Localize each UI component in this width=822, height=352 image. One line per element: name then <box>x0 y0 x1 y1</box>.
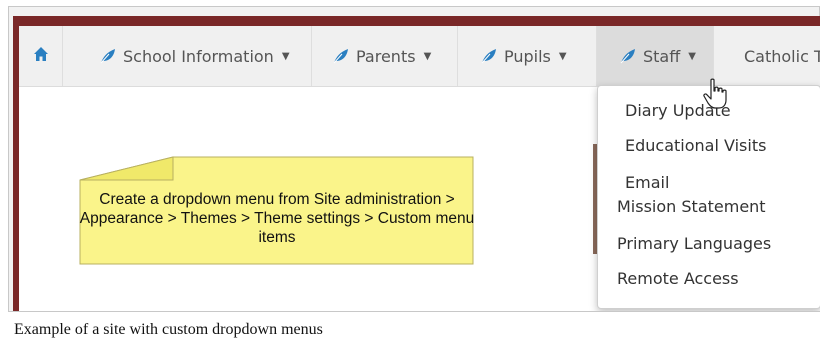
nav-label: Staff <box>643 46 681 66</box>
staff-dropdown-menu: Diary Update Educational Visits Email Mi… <box>597 85 820 309</box>
menu-item-primary-languages[interactable]: Primary Languages <box>617 234 771 253</box>
nav-catholic[interactable]: Catholic T <box>714 26 820 86</box>
leaf-icon <box>99 48 117 64</box>
menu-item-educational-visits[interactable]: Educational Visits <box>625 136 766 155</box>
caret-down-icon: ▼ <box>423 50 432 62</box>
site-screenshot: School Information ▼ Parents ▼ Pupils ▼ <box>13 16 820 311</box>
caret-down-icon: ▼ <box>558 50 567 62</box>
nav-label: Pupils <box>504 46 551 66</box>
nav-label: Catholic T <box>744 46 820 66</box>
callout-note: Create a dropdown menu from Site adminis… <box>79 156 475 266</box>
menu-item-mission-statement[interactable]: Mission Statement <box>617 197 766 216</box>
caret-down-icon: ▼ <box>281 50 290 62</box>
leaf-icon <box>332 48 350 64</box>
figure-caption: Example of a site with custom dropdown m… <box>14 321 323 338</box>
nav-parents[interactable]: Parents ▼ <box>312 26 458 86</box>
nav-pupils[interactable]: Pupils ▼ <box>458 26 597 86</box>
leaf-icon <box>480 48 498 64</box>
nav-staff[interactable]: Staff ▼ <box>597 26 714 86</box>
menu-item-email[interactable]: Email <box>625 173 669 192</box>
nav-home[interactable] <box>19 26 63 86</box>
callout-text: Create a dropdown menu from Site adminis… <box>79 191 475 246</box>
nav-label: School Information <box>123 46 274 66</box>
caret-down-icon: ▼ <box>688 50 696 62</box>
home-icon <box>33 46 49 66</box>
hand-pointer-icon <box>703 78 727 110</box>
nav-label: Parents <box>356 46 416 66</box>
leaf-icon <box>619 48 637 64</box>
page-content: School Information ▼ Parents ▼ Pupils ▼ <box>19 26 820 311</box>
nav-school-information[interactable]: School Information ▼ <box>63 26 312 86</box>
menu-item-remote-access[interactable]: Remote Access <box>617 269 739 288</box>
main-navbar: School Information ▼ Parents ▼ Pupils ▼ <box>19 26 820 87</box>
